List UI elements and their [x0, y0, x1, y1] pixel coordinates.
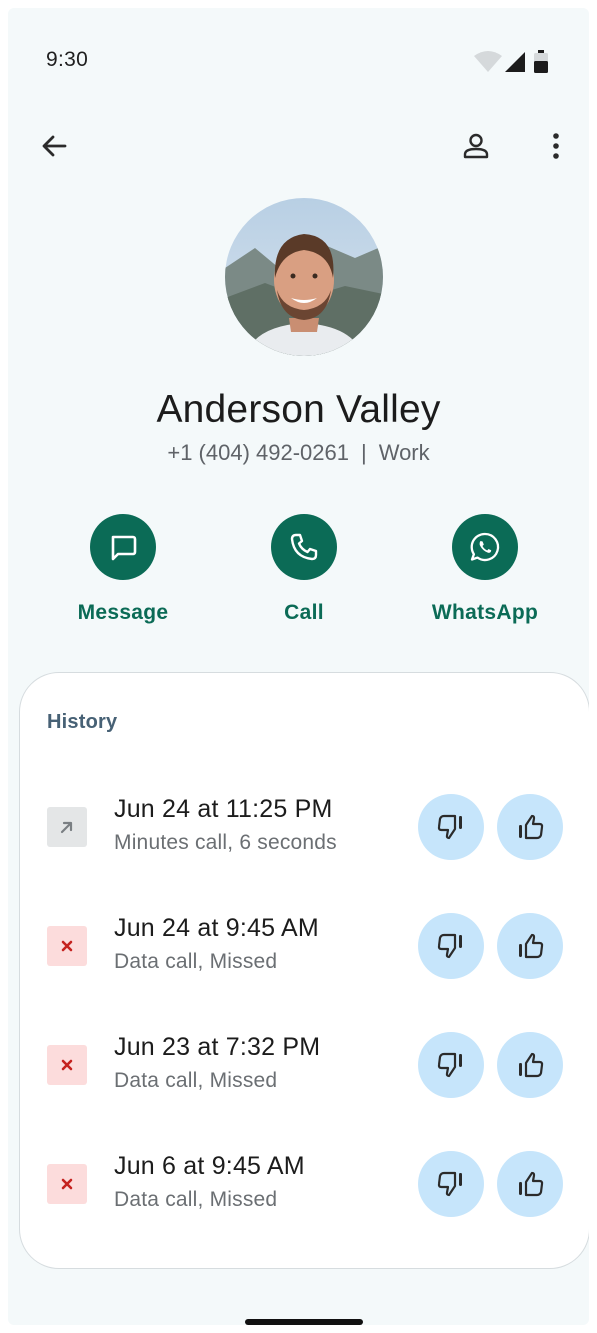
missed-call-badge — [47, 1045, 87, 1085]
thumbs-down-button[interactable] — [418, 1151, 484, 1217]
missed-x-icon — [61, 1059, 73, 1071]
whatsapp-button[interactable] — [452, 514, 518, 580]
whatsapp-label: WhatsApp — [431, 601, 539, 624]
thumbs-up-icon — [519, 1171, 544, 1197]
history-item-subtitle: Data call, Missed — [114, 1069, 278, 1092]
history-item-title: Jun 6 at 9:45 AM — [114, 1152, 305, 1180]
person-outline-icon — [463, 133, 489, 159]
whatsapp-icon — [470, 532, 500, 562]
contact-name: Anderson Valley — [156, 388, 441, 431]
message-action[interactable]: Message — [43, 514, 203, 624]
missed-call-badge — [47, 1164, 87, 1204]
thumbs-down-button[interactable] — [418, 794, 484, 860]
thumbs-up-icon — [519, 933, 544, 959]
history-item-subtitle: Data call, Missed — [114, 1188, 278, 1211]
call-button[interactable] — [271, 514, 337, 580]
avatar-photo — [225, 198, 383, 356]
battery-icon — [534, 50, 548, 73]
missed-x-icon — [61, 940, 73, 952]
history-item[interactable]: Jun 24 at 9:45 AM Data call, Missed — [20, 902, 589, 1002]
history-item-subtitle: Data call, Missed — [114, 950, 278, 973]
message-icon — [111, 535, 137, 561]
thumbs-up-button[interactable] — [497, 913, 563, 979]
history-item[interactable]: Jun 24 at 11:25 PM Minutes call, 6 secon… — [20, 783, 589, 883]
status-bar: 9:30 — [8, 8, 589, 98]
thumbs-up-icon — [519, 814, 544, 840]
missed-x-icon — [61, 1178, 73, 1190]
contact-avatar — [225, 198, 383, 356]
phone-icon — [290, 533, 318, 561]
thumbs-down-button[interactable] — [418, 1032, 484, 1098]
history-title: History — [47, 711, 118, 733]
thumbs-down-icon — [437, 814, 462, 840]
missed-call-badge — [47, 926, 87, 966]
whatsapp-action[interactable]: WhatsApp — [405, 514, 565, 624]
status-time: 9:30 — [46, 48, 89, 71]
thumbs-up-button[interactable] — [497, 1151, 563, 1217]
thumbs-up-button[interactable] — [497, 794, 563, 860]
thumbs-down-button[interactable] — [418, 913, 484, 979]
thumbs-up-button[interactable] — [497, 1032, 563, 1098]
thumbs-down-icon — [437, 933, 462, 959]
history-item-title: Jun 23 at 7:32 PM — [114, 1033, 321, 1061]
more-options-button[interactable] — [532, 122, 580, 170]
outgoing-call-badge — [47, 807, 87, 847]
history-item-title: Jun 24 at 9:45 AM — [114, 914, 319, 942]
back-button[interactable] — [30, 122, 78, 170]
call-label: Call — [284, 601, 324, 624]
history-card: History Jun 24 at 11:25 PM Minutes call,… — [19, 672, 589, 1269]
wifi-icon — [474, 51, 502, 72]
message-button[interactable] — [90, 514, 156, 580]
thumbs-down-icon — [437, 1052, 462, 1078]
thumbs-down-icon — [437, 1171, 462, 1197]
more-vert-icon — [553, 133, 559, 159]
contact-info-button[interactable] — [452, 122, 500, 170]
call-action[interactable]: Call — [224, 514, 384, 624]
phone-label: Work — [378, 440, 430, 465]
top-app-bar — [8, 118, 589, 174]
history-item[interactable]: Jun 6 at 9:45 AM Data call, Missed — [20, 1140, 589, 1240]
contact-detail-screen: 9:30 Anderson Valley +1 (404) 492-0261 |… — [8, 8, 589, 1325]
history-item-subtitle: Minutes call, 6 seconds — [114, 831, 337, 854]
contact-phone-line: +1 (404) 492-0261 | Work — [8, 440, 589, 466]
home-indicator[interactable] — [245, 1319, 363, 1325]
separator: | — [360, 440, 367, 465]
cellular-signal-icon — [505, 52, 525, 72]
history-item[interactable]: Jun 23 at 7:32 PM Data call, Missed — [20, 1021, 589, 1121]
contact-phone[interactable]: +1 (404) 492-0261 — [167, 440, 349, 465]
outgoing-arrow-icon — [60, 821, 73, 834]
thumbs-up-icon — [519, 1052, 544, 1078]
status-icons — [473, 50, 563, 74]
arrow-back-icon — [42, 135, 67, 157]
history-item-title: Jun 24 at 11:25 PM — [114, 795, 333, 823]
message-label: Message — [77, 601, 169, 624]
